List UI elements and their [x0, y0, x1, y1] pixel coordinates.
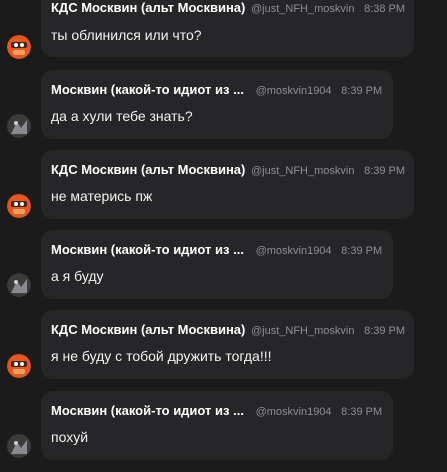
message-text: да а хули тебе знать?	[51, 108, 193, 124]
message-text: я не буду с тобой дружить тогда!!!	[51, 348, 272, 364]
author-handle[interactable]: @just_NFH_moskvin	[251, 165, 354, 177]
author-handle[interactable]: @moskvin1904	[256, 245, 332, 257]
message-bubble: КДС Москвин (альт Москвина) @just_NFH_mo…	[41, 150, 414, 219]
author-name[interactable]: КДС Москвин (альт Москвина)	[51, 322, 245, 337]
author-name[interactable]: КДС Москвин (альт Москвина)	[51, 0, 245, 15]
message-bubble: КДС Москвин (альт Москвина) @just_NFH_mo…	[41, 0, 414, 57]
orange-avatar-icon[interactable]	[7, 35, 31, 59]
message-header: КДС Москвин (альт Москвина) @just_NFH_mo…	[51, 322, 405, 339]
message-text: не матерись пж	[51, 188, 153, 204]
timestamp: 8:39 PM	[364, 165, 406, 177]
author-handle[interactable]: @moskvin1904	[256, 85, 332, 97]
author-handle[interactable]: @moskvin1904	[256, 406, 332, 418]
message-header: Москвин (какой-то идиот из ... @moskvin1…	[51, 242, 382, 259]
message-text: ты облинился или что?	[51, 27, 202, 43]
author-handle[interactable]: @just_NFH_moskvin	[251, 3, 354, 15]
message-bubble: КДС Москвин (альт Москвина) @just_NFH_mo…	[41, 310, 414, 379]
message-header: Москвин (какой-то идиот из ... @moskvin1…	[51, 82, 382, 99]
timestamp: 8:39 PM	[341, 85, 383, 97]
author-handle[interactable]: @just_NFH_moskvin	[251, 325, 354, 337]
message-header: КДС Москвин (альт Москвина) @just_NFH_mo…	[51, 0, 405, 17]
timestamp: 8:38 PM	[364, 3, 406, 15]
dark-avatar-icon[interactable]	[7, 114, 31, 138]
message-header: Москвин (какой-то идиот из ... @moskvin1…	[51, 403, 382, 420]
author-name[interactable]: Москвин (какой-то идиот из ...	[51, 82, 244, 97]
timestamp: 8:39 PM	[341, 245, 383, 257]
orange-avatar-icon[interactable]	[7, 354, 31, 378]
orange-avatar-icon[interactable]	[7, 194, 31, 218]
message-bubble: Москвин (какой-то идиот из ... @moskvin1…	[41, 230, 393, 299]
message-bubble: Москвин (какой-то идиот из ... @moskvin1…	[41, 391, 393, 460]
author-name[interactable]: Москвин (какой-то идиот из ...	[51, 242, 244, 257]
author-name[interactable]: Москвин (какой-то идиот из ...	[51, 403, 244, 418]
chat-thread: КДС Москвин (альт Москвина) @just_NFH_mo…	[0, 0, 447, 472]
timestamp: 8:39 PM	[364, 325, 406, 337]
message-header: КДС Москвин (альт Москвина) @just_NFH_mo…	[51, 162, 405, 179]
dark-avatar-icon[interactable]	[7, 273, 31, 297]
message-text: похуй	[51, 429, 89, 445]
message-text: а я буду	[51, 268, 104, 284]
author-name[interactable]: КДС Москвин (альт Москвина)	[51, 162, 245, 177]
dark-avatar-icon[interactable]	[7, 434, 31, 458]
message-bubble: Москвин (какой-то идиот из ... @moskvin1…	[41, 70, 393, 139]
timestamp: 8:39 PM	[341, 406, 383, 418]
